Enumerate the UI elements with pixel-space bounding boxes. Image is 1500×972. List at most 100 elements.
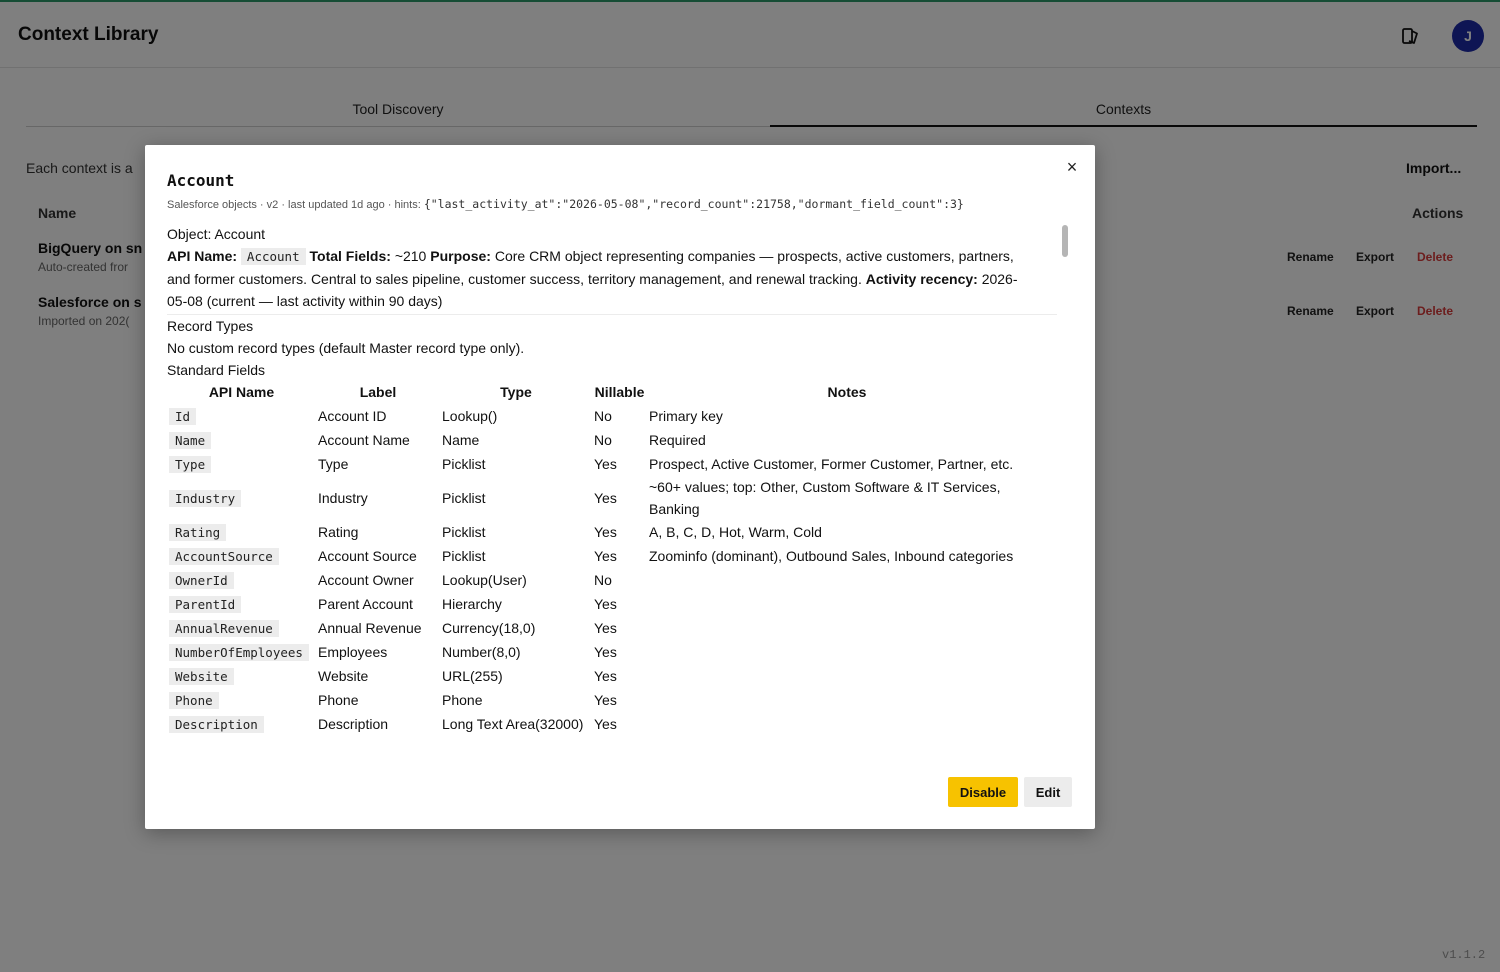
- table-row: Description Description Long Text Area(3…: [167, 712, 1047, 736]
- total-fields-value: ~210: [394, 248, 427, 264]
- table-row: AnnualRevenue Annual Revenue Currency(18…: [167, 616, 1047, 640]
- field-nillable: Yes: [594, 490, 617, 506]
- table-row: NumberOfEmployees Employees Number(8,0) …: [167, 640, 1047, 664]
- table-row: Id Account ID Lookup() No Primary key: [167, 404, 1047, 428]
- field-api-name: AnnualRevenue: [169, 619, 279, 637]
- field-api-name: Name: [169, 431, 212, 449]
- field-api-name: Type: [169, 455, 212, 473]
- field-type: URL(255): [442, 668, 503, 684]
- purpose-label: Purpose:: [430, 248, 491, 264]
- field-label: Account Source: [318, 548, 417, 564]
- disable-button[interactable]: Disable: [948, 777, 1018, 807]
- table-row: ParentId Parent Account Hierarchy Yes: [167, 592, 1047, 616]
- field-type: Picklist: [442, 524, 486, 540]
- api-name-label: API Name:: [167, 248, 238, 264]
- header-notes: Notes: [827, 384, 867, 400]
- table-row: Type Type Picklist Yes Prospect, Active …: [167, 452, 1047, 476]
- header-label: Label: [359, 384, 397, 400]
- field-notes: Primary key: [649, 408, 723, 424]
- activity-label: Activity recency:: [865, 271, 978, 287]
- header-type: Type: [500, 384, 532, 400]
- record-types-text: No custom record types (default Master r…: [167, 340, 525, 356]
- field-notes: Zoominfo (dominant), Outbound Sales, Inb…: [649, 548, 1014, 564]
- meta-hints: {"last_activity_at":"2026-05-08","record…: [423, 197, 964, 211]
- table-row: Phone Phone Phone Yes: [167, 688, 1047, 712]
- field-notes: [647, 664, 1047, 688]
- field-api-name: Industry: [169, 489, 242, 507]
- field-label: Parent Account: [318, 596, 413, 612]
- field-nillable: Yes: [594, 456, 617, 472]
- field-type: Lookup(User): [442, 572, 527, 588]
- edit-button[interactable]: Edit: [1024, 777, 1072, 807]
- field-notes: ~60+ values; top: Other, Custom Software…: [649, 479, 1001, 517]
- field-api-name: Description: [169, 715, 264, 733]
- field-type: Hierarchy: [442, 596, 502, 612]
- object-line: Object: Account: [167, 226, 266, 242]
- table-row: Rating Rating Picklist Yes A, B, C, D, H…: [167, 520, 1047, 544]
- field-label: Type: [318, 456, 349, 472]
- field-nillable: Yes: [594, 692, 617, 708]
- meta-text: Salesforce objects · v2 · last updated 1…: [167, 199, 424, 211]
- close-icon[interactable]: ×: [1063, 157, 1081, 177]
- table-row: Name Account Name Name No Required: [167, 428, 1047, 452]
- field-type: Number(8,0): [442, 644, 521, 660]
- field-label: Phone: [318, 692, 359, 708]
- field-label: Rating: [318, 524, 359, 540]
- field-notes: A, B, C, D, Hot, Warm, Cold: [649, 524, 822, 540]
- table-row: Website Website URL(255) Yes: [167, 664, 1047, 688]
- object-description: API Name: Account Total Fields: ~210 Pur…: [167, 245, 1037, 312]
- standard-fields-heading: Standard Fields: [167, 362, 266, 378]
- table-row: AccountSource Account Source Picklist Ye…: [167, 544, 1047, 568]
- field-nillable: Yes: [594, 620, 617, 636]
- api-name-chip: Account: [240, 248, 306, 265]
- field-notes: Required: [649, 432, 706, 448]
- field-nillable: Yes: [594, 716, 617, 732]
- field-notes: [647, 712, 1047, 736]
- field-nillable: Yes: [594, 596, 617, 612]
- table-row: Industry Industry Picklist Yes ~60+ valu…: [167, 476, 1047, 520]
- field-nillable: No: [594, 408, 612, 424]
- field-label: Annual Revenue: [318, 620, 422, 636]
- field-api-name: Phone: [169, 691, 219, 709]
- field-type: Currency(18,0): [442, 620, 536, 636]
- field-label: Employees: [318, 644, 388, 660]
- modal-meta: Salesforce objects · v2 · last updated 1…: [167, 197, 964, 211]
- field-label: Account ID: [318, 408, 387, 424]
- field-nillable: No: [594, 572, 612, 588]
- field-type: Phone: [442, 692, 483, 708]
- field-api-name: ParentId: [169, 595, 242, 613]
- field-nillable: Yes: [594, 644, 617, 660]
- field-api-name: Rating: [169, 523, 227, 541]
- field-notes: [647, 568, 1047, 592]
- field-notes: [647, 616, 1047, 640]
- field-type: Picklist: [442, 456, 486, 472]
- header-nillable: Nillable: [594, 384, 645, 400]
- field-api-name: NumberOfEmployees: [169, 643, 309, 661]
- field-notes: [647, 640, 1047, 664]
- field-nillable: No: [594, 432, 612, 448]
- record-types-heading: Record Types: [167, 318, 254, 334]
- field-type: Picklist: [442, 490, 486, 506]
- modal-title: Account: [167, 171, 235, 190]
- field-type: Picklist: [442, 548, 486, 564]
- field-label: Account Owner: [318, 572, 414, 588]
- scrollbar[interactable]: [1062, 225, 1068, 257]
- field-label: Description: [318, 716, 389, 732]
- field-nillable: Yes: [594, 668, 617, 684]
- field-api-name: Website: [169, 667, 234, 685]
- modal-body: Object: Account API Name: Account Total …: [167, 223, 1057, 381]
- header-api-name: API Name: [208, 384, 275, 400]
- field-api-name: OwnerId: [169, 571, 234, 589]
- field-api-name: AccountSource: [169, 547, 279, 565]
- field-label: Industry: [318, 490, 368, 506]
- table-header-row: API Name Label Type Nillable Notes: [167, 380, 1047, 404]
- field-notes: [647, 688, 1047, 712]
- field-api-name: Id: [169, 407, 197, 425]
- field-notes: Prospect, Active Customer, Former Custom…: [649, 456, 1014, 472]
- field-type: Lookup(): [442, 408, 498, 424]
- standard-fields-table: API Name Label Type Nillable Notes Id Ac…: [167, 380, 1047, 736]
- field-label: Website: [318, 668, 369, 684]
- field-type: Long Text Area(32000): [442, 716, 584, 732]
- context-detail-modal: × Account Salesforce objects · v2 · last…: [145, 145, 1095, 829]
- field-nillable: Yes: [594, 548, 617, 564]
